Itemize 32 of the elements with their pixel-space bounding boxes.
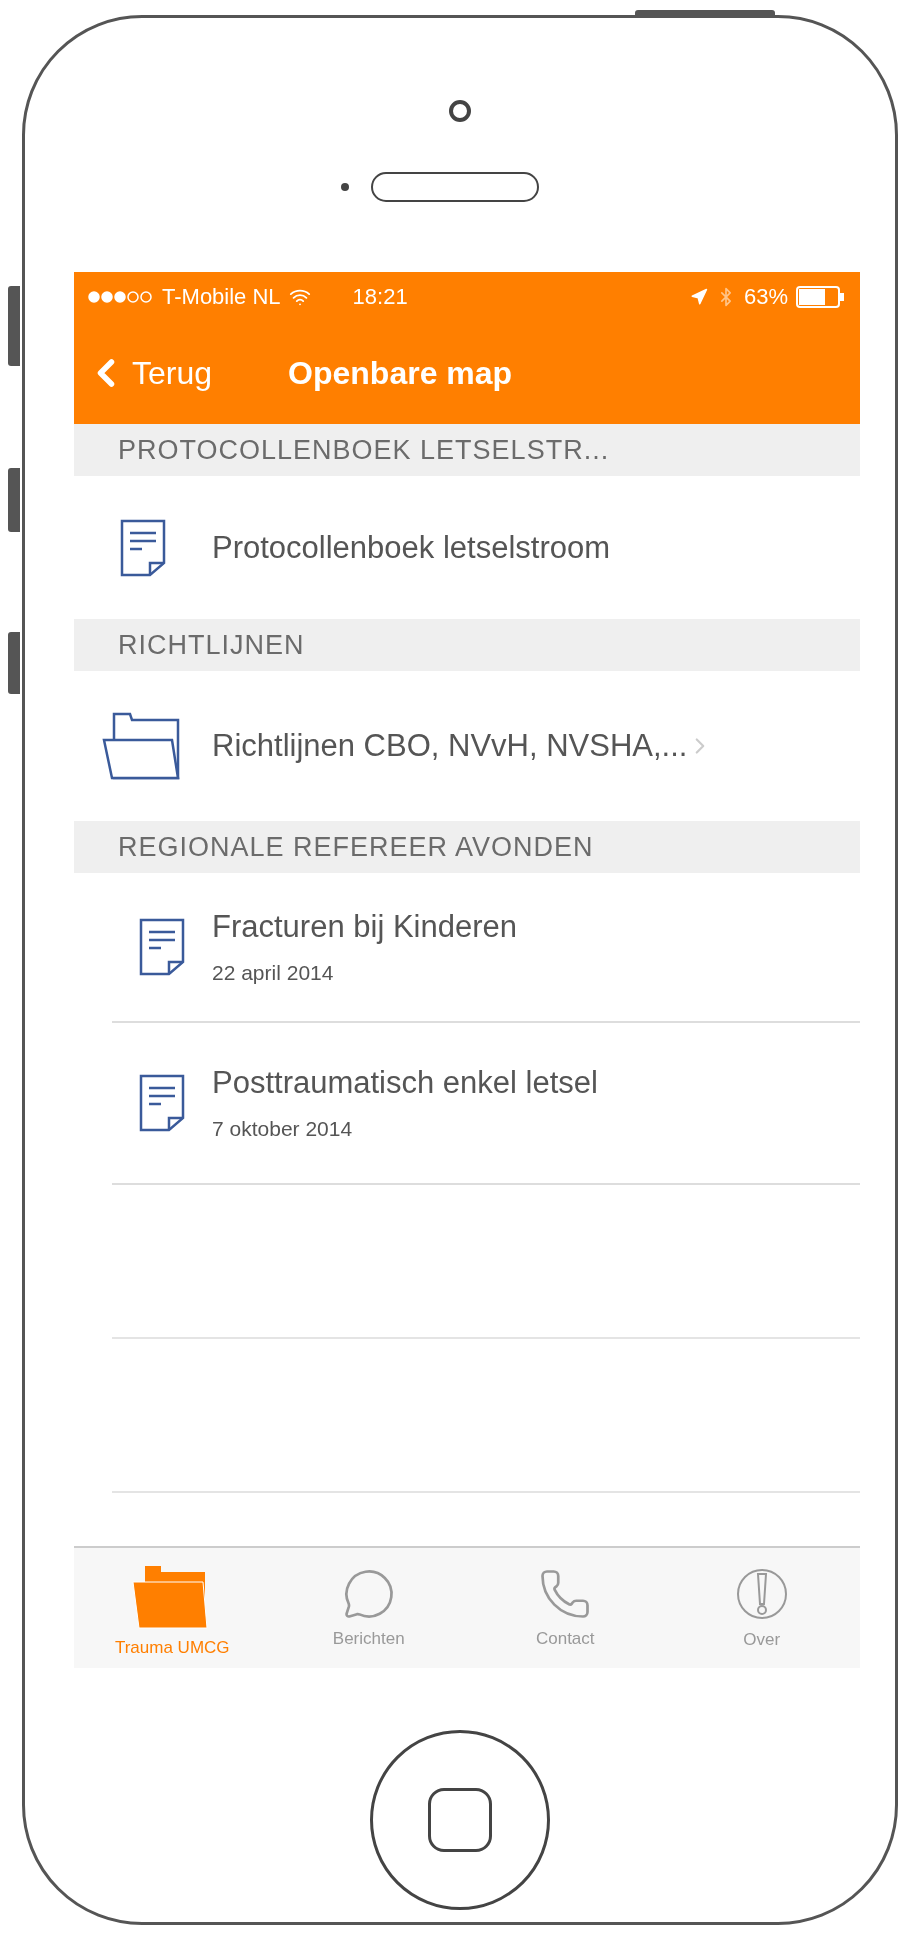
list-row[interactable]: Fracturen bij Kinderen 22 april 2014 [112, 873, 860, 1023]
document-icon [139, 918, 185, 976]
back-button[interactable]: Terug [84, 351, 213, 395]
battery-percent: 63% [743, 284, 788, 310]
exclamation-circle-icon [735, 1566, 788, 1622]
section-header: PROTOCOLLENBOEK LETSELSTR... [74, 424, 860, 476]
list-row[interactable]: Protocollenboek letselstroom [74, 476, 860, 619]
battery-icon [796, 286, 846, 308]
carrier-name: T-Mobile NL [162, 284, 281, 310]
row-title: Posttraumatisch enkel letsel [212, 1065, 598, 1101]
location-icon [689, 288, 708, 306]
signal-icon [88, 291, 154, 303]
camera-lens [449, 100, 471, 122]
tab[interactable]: Over [663, 1548, 860, 1668]
document-icon [120, 518, 166, 577]
tab[interactable]: Berichten [270, 1548, 467, 1668]
document-icon [139, 1074, 185, 1132]
section-header: RICHTLIJNEN [74, 619, 860, 671]
tab[interactable]: Contact [467, 1548, 664, 1668]
row-title: Fracturen bij Kinderen [212, 909, 517, 945]
row-date: 7 oktober 2014 [212, 1117, 354, 1141]
home-square-icon [428, 1788, 492, 1852]
list-row[interactable]: Richtlijnen CBO, NVvH, NVSHA,... [74, 671, 860, 821]
status-time: 18:21 [352, 284, 408, 310]
row-date: 22 april 2014 [212, 961, 335, 985]
sensor-dot [341, 183, 349, 191]
tab[interactable]: Trauma UMCG [74, 1548, 271, 1668]
list-row[interactable]: Posttraumatisch enkel letsel 7 oktober 2014 [112, 1023, 860, 1185]
row-title: Protocollenboek letselstroom [212, 529, 611, 566]
section-header: REGIONALE REFEREER AVONDEN [74, 821, 860, 873]
nav-title: Openbare map [288, 354, 513, 392]
row-title: Richtlijnen CBO, NVvH, NVSHA,... [212, 728, 688, 764]
